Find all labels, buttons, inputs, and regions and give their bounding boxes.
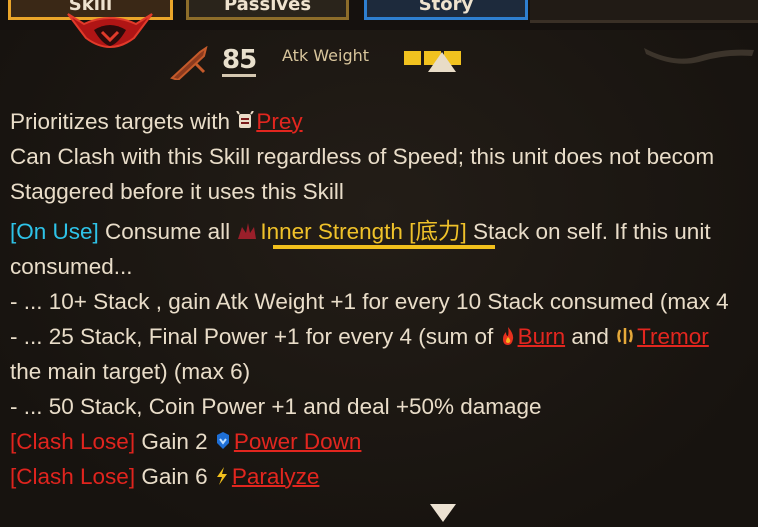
desc-text: Consume all [98,219,237,244]
desc-line: consumed... [10,249,758,284]
desc-line: [Clash Lose] Gain 6 Paralyze [10,459,758,494]
desc-text: Stack on self. If this unit [466,219,711,244]
desc-line: Can Clash with this Skill regardless of … [10,139,758,174]
skill-description: Prioritizes targets with Prey Can Clash … [10,104,758,494]
desc-text: the main target) (max 6) [10,359,251,384]
desc-text: - ... 25 Stack, Final Power +1 for every… [10,324,500,349]
prey-icon [236,106,255,141]
desc-line: Prioritizes targets with Prey [10,104,758,139]
red-demon-mask-icon [66,8,154,48]
blade-icon [170,45,210,84]
desc-text: and [565,324,616,349]
desc-line: [On Use] Consume all Inner Strength [底力]… [10,214,758,249]
desc-line: - ... 10+ Stack , gain Atk Weight +1 for… [10,284,758,319]
tab-strip-filler [530,0,758,23]
clash-lose-tag: [Clash Lose] [10,464,136,489]
keyword-prey[interactable]: Prey [256,109,302,134]
keyword-power-down[interactable]: Power Down [234,429,362,454]
keyword-inner-strength[interactable]: Inner Strength [底力] [260,219,466,244]
tab-passives[interactable]: Passives [186,0,349,20]
ornament-icon [644,46,754,70]
desc-text: - ... 50 Stack, Coin Power +1 and deal +… [10,394,542,419]
tremor-icon [615,321,635,356]
weight-block [404,51,421,65]
inner-strength-icon [236,216,258,251]
offense-level-value: 85 [222,45,257,77]
desc-text: - ... 10+ Stack , gain Atk Weight +1 for… [10,289,729,314]
keyword-burn[interactable]: Burn [518,324,566,349]
clash-lose-tag: [Clash Lose] [10,429,136,454]
keyword-tremor[interactable]: Tremor [637,324,709,349]
atk-weight-label: Atk Weight [282,46,370,65]
desc-text: Staggered before it uses this Skill [10,179,344,204]
desc-line: Staggered before it uses this Skill [10,174,758,209]
tab-story[interactable]: Story [364,0,528,20]
desc-text: Gain 6 [135,464,214,489]
scroll-up-arrow-icon[interactable] [428,52,456,72]
desc-line: - ... 50 Stack, Coin Power +1 and deal +… [10,389,758,424]
desc-text: Prioritizes targets with [10,109,237,134]
power-down-icon [214,426,232,461]
keyword-paralyze[interactable]: Paralyze [232,464,320,489]
desc-line: [Clash Lose] Gain 2 Power Down [10,424,758,459]
desc-text: consumed... [10,254,133,279]
scroll-down-arrow-icon[interactable] [430,504,456,522]
desc-text: Gain 2 [135,429,214,454]
desc-line: the main target) (max 6) [10,354,758,389]
paralyze-icon [214,461,230,496]
burn-icon [500,321,516,356]
desc-line: - ... 25 Stack, Final Power +1 for every… [10,319,758,354]
desc-text: Can Clash with this Skill regardless of … [10,144,715,169]
on-use-tag: [On Use] [10,219,99,244]
